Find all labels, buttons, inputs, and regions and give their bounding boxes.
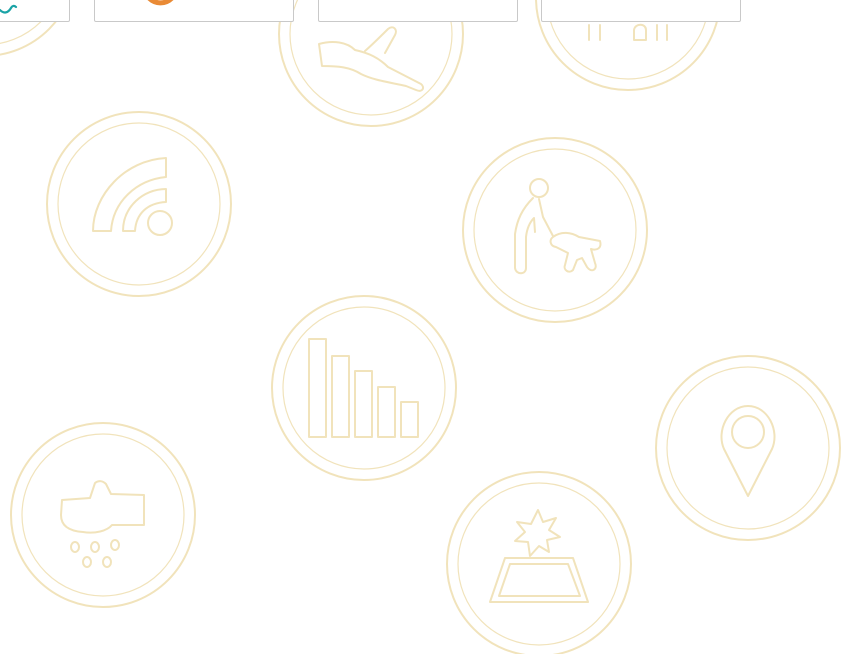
bar-chart-icon	[270, 294, 458, 482]
card-2[interactable]	[94, 0, 294, 22]
location-pin-icon	[654, 354, 842, 542]
orange-logo-fragment	[145, 0, 193, 15]
dog-walking-icon	[461, 136, 649, 324]
cloud-rain-icon	[9, 421, 197, 609]
card-3[interactable]	[318, 0, 518, 22]
brand-logo-fragment	[0, 0, 59, 17]
carpet-cleaning-icon	[445, 470, 633, 654]
card-4[interactable]	[541, 0, 741, 22]
page-canvas	[0, 0, 844, 654]
card-1[interactable]	[0, 0, 70, 22]
wifi-icon	[45, 110, 233, 298]
